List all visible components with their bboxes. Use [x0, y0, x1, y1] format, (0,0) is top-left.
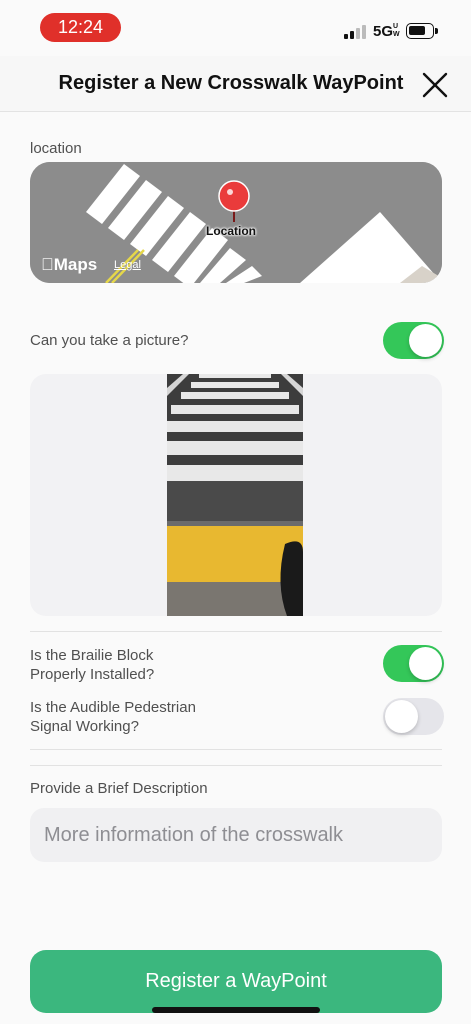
network-label: 5G	[373, 23, 394, 40]
audible-question: Is the Audible Pedestrian Signal Working…	[30, 698, 330, 736]
map-pin-icon[interactable]	[217, 180, 251, 224]
crosswalk-photo	[167, 374, 303, 616]
status-time[interactable]: 12:24	[40, 13, 121, 42]
network-type: 5GUW	[373, 23, 402, 40]
apple-maps-logo: Maps	[41, 255, 97, 275]
braille-question-line1: Is the Brailie Block	[30, 647, 154, 664]
cellular-signal-icon	[344, 25, 368, 39]
nav-header: Register a New Crosswalk WayPoint	[0, 56, 471, 112]
audible-toggle[interactable]	[383, 698, 444, 735]
close-icon	[422, 72, 448, 98]
braille-question-line2: Properly Installed?	[30, 666, 155, 683]
home-indicator[interactable]	[152, 1007, 320, 1013]
maps-logo-text: Maps	[41, 255, 97, 274]
network-sup: UW	[393, 23, 400, 38]
toggle-knob	[409, 324, 442, 357]
map-legal-link[interactable]: Legal	[114, 259, 141, 271]
map-pin-label: Location	[206, 224, 256, 238]
braille-toggle[interactable]	[383, 645, 444, 682]
section-divider	[30, 765, 442, 766]
crosswalk-photo-image	[167, 374, 303, 616]
battery-icon	[406, 23, 438, 39]
description-label: Provide a Brief Description	[30, 780, 208, 797]
section-divider	[30, 749, 442, 750]
register-waypoint-screen: 12:24 5GUW Register a New Crosswalk WayP…	[0, 0, 471, 1024]
audible-question-line1: Is the Audible Pedestrian	[30, 699, 196, 716]
toggle-knob	[385, 700, 418, 733]
section-divider	[30, 631, 442, 632]
page-title: Register a New Crosswalk WayPoint	[58, 72, 404, 94]
picture-toggle[interactable]	[383, 322, 444, 359]
audible-question-line2: Signal Working?	[30, 718, 139, 735]
apple-icon: 	[41, 255, 54, 274]
location-map[interactable]: Location Maps Legal	[30, 162, 442, 283]
picture-question: Can you take a picture?	[30, 332, 189, 349]
location-label: location	[30, 140, 82, 157]
status-bar: 12:24 5GUW	[0, 0, 471, 56]
close-button[interactable]	[420, 70, 450, 100]
description-input[interactable]	[30, 808, 442, 862]
toggle-knob	[409, 647, 442, 680]
braille-question: Is the Brailie Block Properly Installed?	[30, 646, 330, 684]
register-waypoint-button[interactable]: Register a WayPoint	[30, 950, 442, 1013]
